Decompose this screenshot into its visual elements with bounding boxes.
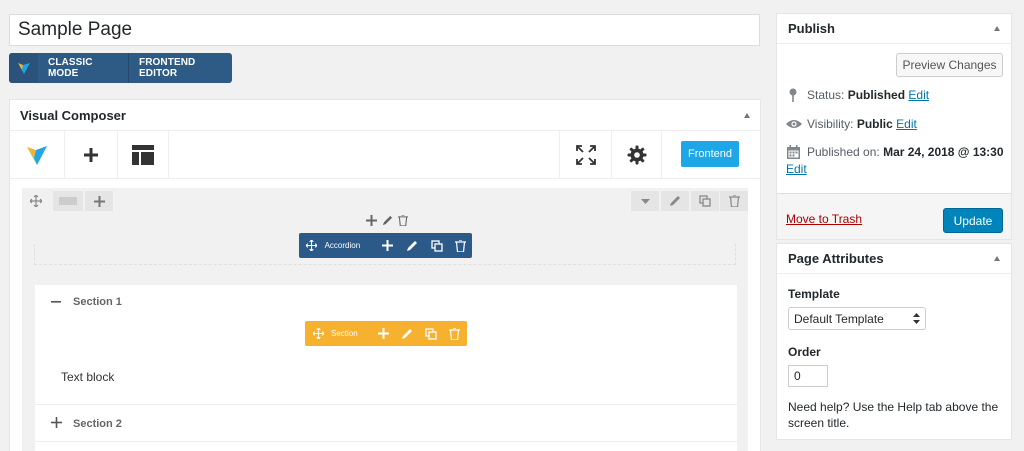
accordion-move-icon[interactable] bbox=[299, 240, 325, 251]
vc-logo-icon[interactable] bbox=[10, 131, 64, 178]
column-controls bbox=[366, 213, 408, 227]
classic-mode-button[interactable]: CLASSIC MODE bbox=[38, 53, 129, 83]
vc-panel-header[interactable]: Visual Composer bbox=[10, 100, 760, 131]
published-value: Mar 24, 2018 @ 13:30 bbox=[883, 145, 1004, 159]
expand-plus-icon[interactable] bbox=[51, 417, 62, 428]
vc-panel-title: Visual Composer bbox=[20, 107, 126, 123]
status-row: Status: Published Edit bbox=[807, 88, 929, 102]
move-to-trash-link[interactable]: Move to Trash bbox=[786, 212, 862, 226]
accordion-add-icon[interactable] bbox=[376, 240, 400, 251]
section-move-icon[interactable] bbox=[305, 328, 331, 339]
visibility-label: Visibility: bbox=[807, 117, 854, 131]
accordion-label: Accordion bbox=[324, 241, 361, 250]
template-select[interactable]: Default Template bbox=[788, 307, 926, 330]
accordion-edit-icon[interactable] bbox=[399, 240, 425, 252]
row-layout-icon[interactable] bbox=[53, 191, 83, 211]
page-attributes-box: Page Attributes Template Default Templat… bbox=[776, 243, 1012, 440]
row-delete-icon[interactable] bbox=[720, 191, 748, 211]
visibility-row: Visibility: Public Edit bbox=[807, 117, 917, 131]
column-delete-icon[interactable] bbox=[398, 214, 408, 226]
published-on-row: Published on: Mar 24, 2018 @ 13:30 bbox=[807, 145, 1004, 159]
collapse-caret-icon[interactable] bbox=[994, 256, 1000, 261]
accordion-delete-icon[interactable] bbox=[448, 239, 472, 252]
visibility-value: Public bbox=[856, 117, 893, 131]
status-value: Published bbox=[847, 88, 906, 102]
page-attributes-title: Page Attributes bbox=[788, 251, 884, 266]
accordion-controls[interactable]: Accordion bbox=[299, 233, 472, 258]
section-edit-icon[interactable] bbox=[395, 328, 419, 340]
collapse-minus-icon[interactable] bbox=[51, 301, 61, 303]
row-move-icon[interactable] bbox=[24, 191, 48, 211]
accordion: Section 1 Text block Section 2 bbox=[35, 285, 737, 451]
template-select-value: Default Template bbox=[794, 311, 884, 326]
templates-icon[interactable] bbox=[118, 131, 168, 178]
section-add-icon[interactable] bbox=[371, 328, 395, 339]
publish-actions: Move to Trash Update bbox=[777, 193, 1011, 239]
fullscreen-icon[interactable] bbox=[560, 131, 611, 178]
add-element-icon[interactable] bbox=[65, 131, 117, 178]
order-input[interactable]: 0 bbox=[788, 365, 828, 387]
vc-toolbar: Frontend bbox=[10, 131, 760, 179]
help-text: Need help? Use the Help tab above the sc… bbox=[788, 400, 999, 430]
select-arrows-icon bbox=[913, 313, 920, 324]
vc-logo-icon[interactable] bbox=[9, 53, 38, 83]
settings-gear-icon[interactable] bbox=[612, 131, 661, 178]
section-clone-icon[interactable] bbox=[419, 327, 443, 340]
section-2-title[interactable]: Section 2 bbox=[73, 418, 122, 430]
template-label: Template bbox=[788, 287, 840, 301]
editor-mode-bar: CLASSIC MODE FRONTEND EDITOR bbox=[9, 53, 232, 83]
row-toggle-icon[interactable] bbox=[631, 191, 659, 211]
status-label: Status: bbox=[807, 88, 845, 102]
publish-title: Publish bbox=[788, 21, 835, 36]
text-block[interactable]: Text block bbox=[61, 370, 114, 384]
row-clone-icon[interactable] bbox=[691, 191, 719, 211]
calendar-icon bbox=[787, 145, 800, 159]
accordion-clone-icon[interactable] bbox=[425, 239, 449, 252]
column-add-icon[interactable] bbox=[366, 214, 377, 226]
visibility-edit-link[interactable]: Edit bbox=[896, 117, 917, 131]
order-label: Order bbox=[788, 345, 821, 359]
vc-panel: Visual Composer Frontend Accordion Secti… bbox=[9, 99, 761, 451]
section-label: Section bbox=[331, 329, 358, 338]
collapse-caret-icon[interactable] bbox=[744, 112, 750, 118]
frontend-editor-button[interactable]: FRONTEND EDITOR bbox=[129, 53, 232, 83]
eye-icon bbox=[786, 119, 802, 129]
title-input[interactable] bbox=[9, 14, 760, 46]
publish-box: Publish Preview Changes Status: Publishe… bbox=[776, 13, 1012, 240]
accordion-section-2 bbox=[35, 406, 737, 442]
row-add-icon[interactable] bbox=[85, 191, 113, 211]
pin-icon bbox=[788, 88, 798, 102]
status-edit-link[interactable]: Edit bbox=[908, 88, 929, 102]
section-controls[interactable]: Section bbox=[305, 321, 467, 346]
row-edit-icon[interactable] bbox=[661, 191, 689, 211]
frontend-button[interactable]: Frontend bbox=[681, 141, 739, 167]
page-attributes-header[interactable]: Page Attributes bbox=[777, 244, 1011, 274]
published-edit-link[interactable]: Edit bbox=[786, 162, 807, 176]
publish-header[interactable]: Publish bbox=[777, 14, 1011, 44]
collapse-caret-icon[interactable] bbox=[994, 26, 1000, 31]
update-button[interactable]: Update bbox=[943, 208, 1003, 233]
section-delete-icon[interactable] bbox=[443, 327, 465, 340]
section-1-title[interactable]: Section 1 bbox=[73, 296, 122, 308]
column-edit-icon[interactable] bbox=[382, 215, 393, 226]
preview-changes-button[interactable]: Preview Changes bbox=[896, 53, 1003, 77]
published-label: Published on: bbox=[807, 145, 880, 159]
